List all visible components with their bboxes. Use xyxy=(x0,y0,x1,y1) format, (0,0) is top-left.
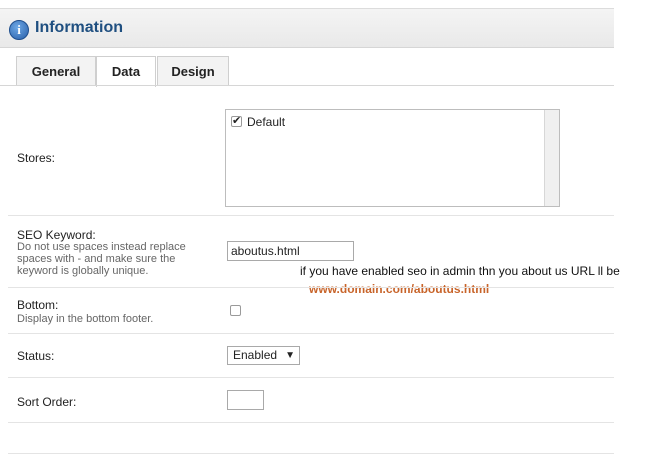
row-divider xyxy=(8,453,614,454)
tab-design[interactable]: Design xyxy=(157,56,229,86)
bottom-label: Bottom: xyxy=(17,298,59,312)
status-selected-value: Enabled xyxy=(233,348,278,362)
row-divider xyxy=(8,377,614,378)
bottom-hint: Display in the bottom footer. xyxy=(17,313,154,325)
sort-order-label: Sort Order: xyxy=(17,395,77,409)
tab-divider xyxy=(0,85,614,86)
store-default-label: Default xyxy=(247,115,286,129)
status-select[interactable]: Enabled ▼ xyxy=(227,346,300,365)
seo-keyword-label: SEO Keyword: xyxy=(17,228,96,242)
status-label: Status: xyxy=(17,349,55,363)
chevron-down-icon: ▼ xyxy=(285,350,295,361)
annotation-url: www.domain.com/aboutus.html xyxy=(309,282,490,296)
seo-hint-line-2: spaces with - and make sure the xyxy=(17,253,176,265)
sort-order-input[interactable] xyxy=(227,390,264,410)
page-title: Information xyxy=(35,19,123,36)
annotation-text: if you have enabled seo in admin thn you… xyxy=(300,264,620,278)
bottom-checkbox[interactable] xyxy=(230,305,241,316)
stores-list[interactable]: Default xyxy=(225,109,560,207)
row-divider xyxy=(8,333,614,334)
tab-data[interactable]: Data xyxy=(96,56,156,87)
row-divider xyxy=(8,215,614,216)
seo-hint-line-3: keyword is globally unique. xyxy=(17,265,149,277)
stores-label: Stores: xyxy=(17,151,56,165)
panel-header: i Information xyxy=(0,8,614,48)
store-default-checkbox[interactable] xyxy=(231,114,242,127)
info-icon: i xyxy=(9,20,29,40)
seo-keyword-input[interactable] xyxy=(227,241,354,261)
tab-general[interactable]: General xyxy=(16,56,96,86)
stores-scrollbar[interactable] xyxy=(544,110,559,206)
row-divider xyxy=(8,287,614,288)
seo-hint-line-1: Do not use spaces instead replace xyxy=(17,241,186,253)
row-divider xyxy=(8,422,614,423)
